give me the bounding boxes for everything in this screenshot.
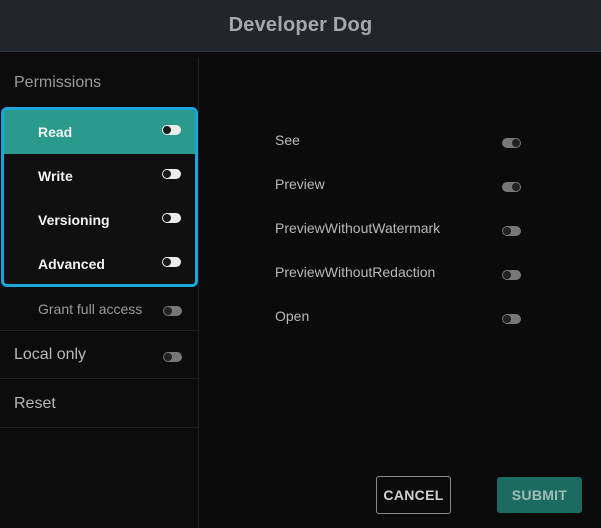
toggle-switch-versioning[interactable] bbox=[162, 213, 181, 223]
sub-permission-label: Preview bbox=[275, 176, 325, 192]
permission-item-advanced[interactable]: Advanced bbox=[4, 242, 195, 284]
sub-permission-open[interactable]: Open bbox=[200, 295, 601, 339]
toggle-switch-write[interactable] bbox=[162, 169, 181, 179]
grant-full-access-label: Grant full access bbox=[38, 301, 143, 317]
toggle-switch-read[interactable] bbox=[162, 125, 181, 135]
sub-permission-see[interactable]: See bbox=[200, 119, 601, 163]
permission-label: Advanced bbox=[38, 256, 105, 272]
sidebar: Permissions Read Write Versioning Advanc… bbox=[0, 57, 199, 528]
toggle-switch-see[interactable] bbox=[502, 138, 521, 148]
sub-permission-label: See bbox=[275, 132, 300, 148]
toggle-switch-advanced[interactable] bbox=[162, 257, 181, 267]
permission-item-write[interactable]: Write bbox=[4, 154, 195, 198]
grant-full-access-row[interactable]: Grant full access bbox=[0, 289, 198, 331]
sub-permission-label: PreviewWithoutWatermark bbox=[275, 220, 441, 236]
cancel-button[interactable]: CANCEL bbox=[376, 476, 451, 514]
reset-row[interactable]: Reset bbox=[0, 380, 198, 428]
title-bar: Developer Dog bbox=[0, 0, 601, 52]
permissions-section-title: Permissions bbox=[14, 74, 102, 91]
sub-permission-preview-without-watermark[interactable]: PreviewWithoutWatermark bbox=[200, 207, 601, 251]
toggle-switch-grant-full-access[interactable] bbox=[163, 306, 182, 316]
local-only-label: Local only bbox=[14, 346, 87, 363]
sub-permission-label: PreviewWithoutRedaction bbox=[275, 264, 436, 280]
main-panel: See Preview PreviewWithoutWatermark Prev… bbox=[200, 53, 601, 528]
sub-permission-preview-without-redaction[interactable]: PreviewWithoutRedaction bbox=[200, 251, 601, 295]
permission-item-versioning[interactable]: Versioning bbox=[4, 198, 195, 242]
permissions-group: Read Write Versioning Advanced bbox=[1, 107, 198, 287]
reset-label: Reset bbox=[14, 395, 56, 412]
toggle-switch-preview-without-redaction[interactable] bbox=[502, 270, 521, 280]
sub-permission-preview[interactable]: Preview bbox=[200, 163, 601, 207]
toggle-switch-local-only[interactable] bbox=[163, 352, 182, 362]
permission-label: Versioning bbox=[38, 212, 110, 228]
toggle-switch-open[interactable] bbox=[502, 314, 521, 324]
submit-button[interactable]: SUBMIT bbox=[497, 477, 582, 513]
toggle-switch-preview-without-watermark[interactable] bbox=[502, 226, 521, 236]
local-only-row[interactable]: Local only bbox=[0, 332, 198, 379]
sub-permission-label: Open bbox=[275, 308, 310, 324]
permission-item-read[interactable]: Read bbox=[4, 110, 195, 154]
toggle-switch-preview[interactable] bbox=[502, 182, 521, 192]
permission-label: Write bbox=[38, 168, 73, 184]
window-title: Developer Dog bbox=[228, 14, 373, 36]
permission-label: Read bbox=[38, 124, 73, 140]
